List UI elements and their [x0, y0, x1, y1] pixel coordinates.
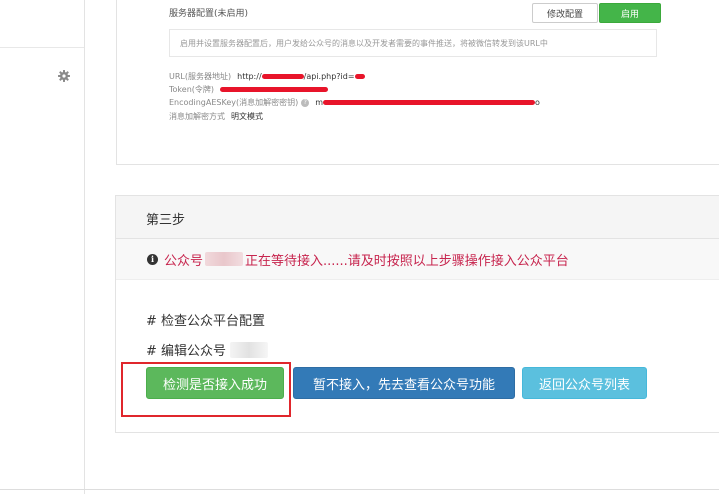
server-config-notice: 启用并设置服务器配置后，用户发给公众号的消息以及开发者需要的事件推送，将被微信转…: [169, 29, 657, 57]
mode-row: 消息加解密方式 明文模式: [169, 111, 263, 122]
modify-config-button[interactable]: 修改配置: [532, 3, 598, 23]
aes-label: EncodingAESKey(消息加解密密钥): [169, 98, 299, 107]
alert-prefix: 公众号: [164, 253, 204, 269]
aes-suffix: o: [535, 98, 540, 107]
step-title: 第三步: [146, 213, 186, 228]
blurred-account-name: [205, 252, 244, 266]
bottom-divider: [0, 489, 719, 490]
enable-button[interactable]: 启用: [599, 3, 661, 23]
url-row: URL(服务器地址) http:// /api.php?id=: [169, 71, 365, 82]
token-value: [220, 87, 329, 92]
back-to-list-button[interactable]: 返回公众号列表: [522, 367, 647, 399]
sidebar-divider: [0, 47, 84, 48]
url-path: /api.php?id=: [303, 72, 355, 81]
redacted-id: [354, 74, 365, 79]
url-label: URL(服务器地址): [169, 72, 232, 81]
check-connection-button[interactable]: 检测是否接入成功: [146, 367, 284, 399]
token-label: Token(令牌): [169, 85, 215, 94]
server-config-panel: 服务器配置(未启用) 修改配置 启用 启用并设置服务器配置后，用户发给公众号的消…: [116, 0, 719, 165]
step-three-panel: 第三步 i 公众号 正在等待接入......请及时按照以上步骤操作接入公众平台 …: [115, 195, 719, 433]
token-row: Token(令牌): [169, 84, 329, 95]
mode-value: 明文模式: [231, 112, 263, 121]
alert-bar: i 公众号 正在等待接入......请及时按照以上步骤操作接入公众平台: [116, 239, 719, 280]
mode-label: 消息加解密方式: [169, 112, 225, 121]
edit-account-item: # 编辑公众号: [146, 340, 269, 359]
url-value: http:// /api.php?id=: [237, 72, 365, 81]
redacted-domain: [261, 74, 304, 79]
redacted-aes-key: [323, 100, 536, 105]
alert-text: 公众号 正在等待接入......请及时按照以上步骤操作接入公众平台: [164, 250, 569, 269]
check-config-item: # 检查公众平台配置: [146, 314, 266, 329]
redacted-token: [220, 87, 329, 92]
left-sidebar: [0, 0, 85, 494]
server-config-title: 服务器配置(未启用): [169, 9, 249, 19]
aes-value: m o: [315, 98, 540, 107]
gear-icon[interactable]: [58, 70, 70, 82]
skip-connection-button[interactable]: 暂不接入，先去查看公众号功能: [293, 367, 515, 399]
info-icon: i: [147, 253, 158, 265]
blurred-account-name-2: [230, 341, 269, 358]
edit-account-label: # 编辑公众号: [146, 344, 227, 359]
step-header: 第三步: [116, 196, 719, 239]
url-prefix: http://: [237, 72, 262, 81]
help-icon[interactable]: ?: [301, 98, 310, 107]
aes-prefix: m: [315, 98, 324, 107]
alert-suffix: 正在等待接入......请及时按照以上步骤操作接入公众平台: [245, 253, 569, 269]
aes-row: EncodingAESKey(消息加解密密钥) ? m o: [169, 97, 540, 108]
